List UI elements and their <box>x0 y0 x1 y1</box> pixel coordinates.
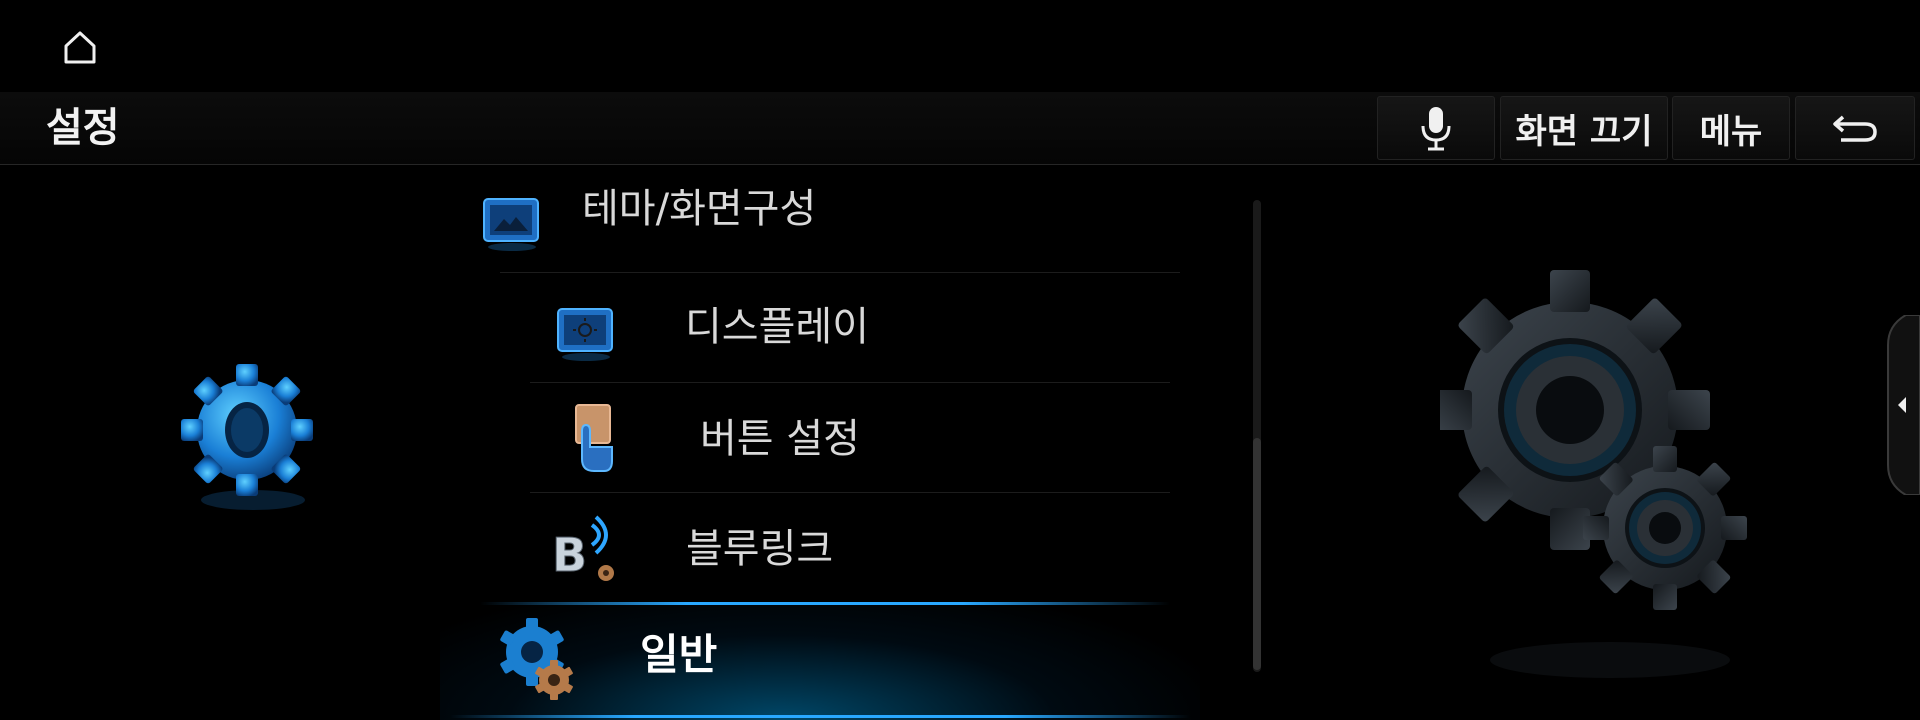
settings-gears-illustration <box>1430 270 1780 690</box>
display-icon <box>550 295 620 365</box>
back-arrow-icon <box>1833 115 1877 142</box>
bluelink-icon: B <box>548 513 618 583</box>
selection-top-line <box>480 602 1170 605</box>
list-scrollbar[interactable] <box>1253 200 1261 672</box>
selection-bottom-line <box>450 715 1190 718</box>
home-icon <box>64 31 96 64</box>
menu-item-bluelink[interactable]: B 블루링크 <box>530 495 1170 603</box>
screen-off-button[interactable]: 화면 끄기 <box>1500 96 1668 160</box>
side-panel-tab[interactable] <box>1884 314 1920 496</box>
svg-text:B: B <box>552 528 587 582</box>
page-title: 설정 <box>46 105 120 151</box>
menu-item-label: 버튼 설정 <box>700 416 860 462</box>
voice-button[interactable] <box>1377 96 1495 160</box>
menu-item-button-settings[interactable]: 버튼 설정 <box>530 385 1170 493</box>
general-gear-icon <box>498 614 578 704</box>
menu-item-general[interactable]: 일반 <box>440 602 1200 720</box>
back-button[interactable] <box>1795 96 1915 160</box>
scrollbar-thumb[interactable] <box>1253 438 1261 670</box>
menu-item-label: 디스플레이 <box>685 304 869 350</box>
menu-item-label: 일반 <box>640 630 718 679</box>
menu-item-theme[interactable]: 테마/화면구성 <box>483 165 1180 273</box>
menu-item-label: 블루링크 <box>686 526 834 572</box>
theme-layout-icon <box>476 185 546 255</box>
menu-item-display[interactable]: 디스플레이 <box>530 275 1170 383</box>
top-status-bar <box>0 0 1920 92</box>
button-settings-icon <box>560 401 630 472</box>
title-bar: 설정 화면 끄기 메뉴 <box>0 92 1920 165</box>
microphone-icon <box>1421 107 1451 151</box>
collapse-left-icon <box>1887 314 1920 496</box>
menu-item-label: 테마/화면구성 <box>582 186 817 232</box>
category-gear-icon <box>175 360 325 520</box>
menu-button[interactable]: 메뉴 <box>1672 96 1790 160</box>
home-button[interactable] <box>52 20 108 76</box>
settings-menu-list: 테마/화면구성 디스플레이 버튼 설정 B 블루링크 일반 <box>440 165 1200 720</box>
